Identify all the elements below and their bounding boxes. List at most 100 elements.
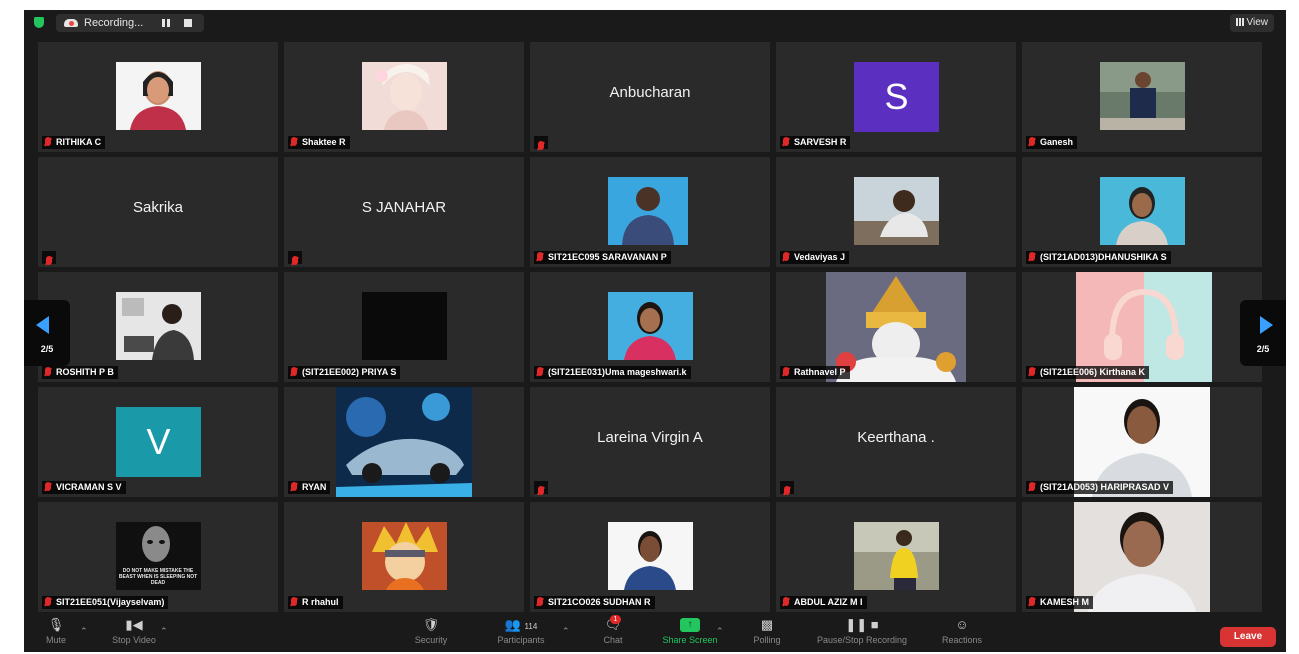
chat-button[interactable]: 🗨 1 Chat bbox=[596, 615, 630, 645]
participant-tile[interactable]: ABDUL AZIZ M I bbox=[776, 502, 1016, 612]
participant-tile[interactable]: RITHIKA C bbox=[38, 42, 278, 152]
top-bar: Recording... View bbox=[24, 10, 1286, 36]
right-arrow-icon bbox=[1260, 316, 1273, 334]
participant-name-label bbox=[534, 481, 548, 495]
participant-tile[interactable]: Lareina Virgin A bbox=[530, 387, 770, 497]
muted-mic-icon bbox=[291, 367, 297, 376]
participant-tile[interactable]: (SIT21AD013)DHANUSHIKA S bbox=[1022, 157, 1262, 267]
meeting-toolbar: 🎙 Mute ⌃ ▮◀ Stop Video ⌃ 🛡 Security 👥 11… bbox=[24, 614, 1286, 652]
security-shield-icon[interactable] bbox=[34, 17, 44, 28]
bar-chart-icon: ▩ bbox=[760, 617, 774, 632]
participant-name-label: SIT21EC095 SARAVANAN P bbox=[534, 251, 671, 264]
recording-indicator[interactable]: Recording... bbox=[56, 14, 204, 32]
participants-button[interactable]: 👥 114 Participants bbox=[486, 617, 556, 646]
video-options-chevron-icon[interactable]: ⌃ bbox=[160, 626, 168, 637]
participant-name-label: SARVESH R bbox=[780, 136, 851, 149]
stop-video-button[interactable]: ▮◀ Stop Video bbox=[102, 618, 166, 646]
participant-tile[interactable]: SIT21CO026 SUDHAN R bbox=[530, 502, 770, 612]
muted-mic-icon bbox=[1029, 367, 1035, 376]
muted-mic-icon bbox=[783, 137, 789, 146]
participant-tile[interactable]: S JANAHAR bbox=[284, 157, 524, 267]
participant-display-name: S JANAHAR bbox=[361, 199, 447, 216]
share-screen-arrow-icon: ↑ bbox=[680, 618, 700, 632]
participant-name-label: SIT21CO026 SUDHAN R bbox=[534, 596, 655, 609]
participant-name-label: Vedaviyas J bbox=[780, 251, 850, 264]
share-options-chevron-icon[interactable]: ⌃ bbox=[716, 626, 724, 637]
shield-icon: 🛡 bbox=[422, 617, 440, 632]
participant-tile[interactable]: SIT21EC095 SARAVANAN P bbox=[530, 157, 770, 267]
participant-tile[interactable]: Shaktee R bbox=[284, 42, 524, 152]
microphone-icon: 🎙 bbox=[47, 617, 65, 632]
reactions-button[interactable]: ☺ Reactions bbox=[934, 617, 990, 646]
participants-label: Participants bbox=[497, 635, 545, 645]
next-page-button[interactable]: 2/5 bbox=[1240, 300, 1286, 366]
participant-name-label: (SIT21EE002) PRIYA S bbox=[288, 366, 401, 379]
participant-tile[interactable]: DO NOT MAKE MISTAKE THE BEAST WHEN IS SL… bbox=[38, 502, 278, 612]
gallery-grid: RITHIKA C Shaktee R Anbucharan S SARVESH… bbox=[38, 42, 1262, 612]
leave-button[interactable]: Leave bbox=[1220, 627, 1276, 647]
participant-name-label: KAMESH M bbox=[1026, 596, 1093, 609]
participant-photo bbox=[854, 177, 939, 245]
participant-name-label: (SIT21AD013)DHANUSHIKA S bbox=[1026, 251, 1171, 264]
participant-tile[interactable]: (SIT21EE002) PRIYA S bbox=[284, 272, 524, 382]
muted-mic-icon bbox=[291, 137, 297, 146]
participant-photo bbox=[608, 292, 693, 360]
muted-mic-icon bbox=[1029, 252, 1035, 261]
participant-photo bbox=[362, 522, 447, 590]
participant-photo bbox=[854, 522, 939, 590]
participant-tile[interactable]: (SIT21EE031)Uma mageshwari.k bbox=[530, 272, 770, 382]
participants-icon: 👥 114 bbox=[504, 617, 538, 632]
participant-display-name: Keerthana . bbox=[857, 429, 935, 446]
muted-mic-icon bbox=[45, 482, 51, 491]
security-button[interactable]: 🛡 Security bbox=[406, 617, 456, 646]
view-label: View bbox=[1246, 17, 1269, 28]
participant-tile[interactable]: Sakrika bbox=[38, 157, 278, 267]
security-label: Security bbox=[414, 635, 448, 645]
participant-tile[interactable]: (SIT21AD053) HARIPRASAD V bbox=[1022, 387, 1262, 497]
participant-photo bbox=[116, 292, 201, 360]
polling-button[interactable]: ▩ Polling bbox=[742, 617, 792, 646]
participant-tile[interactable]: Vedaviyas J bbox=[776, 157, 1016, 267]
participants-count: 114 bbox=[524, 622, 538, 631]
participant-tile[interactable]: KAMESH M bbox=[1022, 502, 1262, 612]
participant-photo bbox=[1074, 502, 1210, 612]
participant-name-label: (SIT21AD053) HARIPRASAD V bbox=[1026, 481, 1174, 494]
participant-tile[interactable]: Keerthana . bbox=[776, 387, 1016, 497]
participant-tile[interactable]: S SARVESH R bbox=[776, 42, 1016, 152]
participant-name-label: Shaktee R bbox=[288, 136, 350, 149]
participants-options-chevron-icon[interactable]: ⌃ bbox=[562, 626, 570, 637]
participant-tile[interactable]: RYAN bbox=[284, 387, 524, 497]
participant-name-label: (SIT21EE006) Kirthana K bbox=[1026, 366, 1150, 379]
participant-photo bbox=[116, 62, 201, 130]
stop-recording-icon[interactable] bbox=[184, 19, 192, 27]
chat-label: Chat bbox=[603, 635, 623, 645]
participant-tile[interactable]: Rathnavel P bbox=[776, 272, 1016, 382]
mute-button[interactable]: 🎙 Mute bbox=[38, 617, 74, 646]
participant-name-label: RYAN bbox=[288, 481, 331, 494]
participant-photo bbox=[1100, 62, 1185, 130]
view-button[interactable]: View bbox=[1229, 14, 1274, 32]
participant-photo bbox=[1100, 177, 1185, 245]
muted-mic-icon bbox=[1029, 597, 1035, 606]
participant-tile[interactable]: (SIT21EE006) Kirthana K bbox=[1022, 272, 1262, 382]
muted-mic-icon bbox=[783, 252, 789, 261]
pause-stop-recording-button[interactable]: ❚❚ ■ Pause/Stop Recording bbox=[806, 618, 918, 646]
muted-mic-icon bbox=[46, 256, 52, 265]
zoom-meeting-window: Recording... View RITHIKA C Shaktee R An… bbox=[24, 10, 1286, 652]
pause-recording-icon[interactable] bbox=[162, 19, 170, 27]
smiley-plus-icon: ☺ bbox=[955, 617, 969, 632]
participant-tile[interactable]: Anbucharan bbox=[530, 42, 770, 152]
polling-label: Polling bbox=[753, 635, 781, 645]
muted-mic-icon bbox=[291, 482, 297, 491]
participant-tile[interactable]: R rhahul bbox=[284, 502, 524, 612]
audio-options-chevron-icon[interactable]: ⌃ bbox=[80, 626, 88, 637]
previous-page-button[interactable]: 2/5 bbox=[24, 300, 70, 366]
participant-display-name: Lareina Virgin A bbox=[597, 429, 703, 446]
participant-tile[interactable]: Ganesh bbox=[1022, 42, 1262, 152]
muted-mic-icon bbox=[291, 597, 297, 606]
participant-tile[interactable]: V VICRAMAN S V bbox=[38, 387, 278, 497]
participant-photo bbox=[362, 62, 447, 130]
reactions-label: Reactions bbox=[941, 635, 983, 645]
participant-name-label: RITHIKA C bbox=[42, 136, 106, 149]
participant-tile[interactable]: ROSHITH P B bbox=[38, 272, 278, 382]
